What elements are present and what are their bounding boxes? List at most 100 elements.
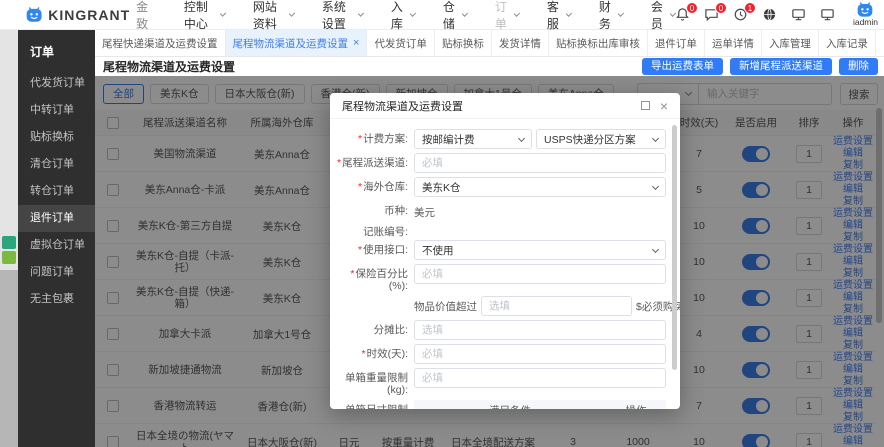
sidebar-item[interactable]: 中转订单 [18, 97, 95, 124]
billing-method-select[interactable]: 按邮编计费 [414, 129, 532, 149]
tab-bar: 尾程快递渠道及运费设置 尾程物流渠道及运费设置 × 代发货订单 贴标换标 发货详… [95, 30, 884, 57]
nav-menu-item[interactable]: 入库 [391, 0, 415, 32]
channel-settings-modal: 尾程物流渠道及运费设置 × *计费方案: 按邮编计费 USPS快递分区方案 *尾… [330, 93, 680, 409]
share-ratio-input[interactable] [414, 320, 666, 340]
chevron-down-icon [566, 10, 572, 16]
size-table-condition-header: 满足条件 [414, 403, 606, 410]
modal-header: 尾程物流渠道及运费设置 × [330, 93, 680, 119]
nav-menu-item[interactable]: 控制中心 [184, 0, 225, 32]
interface-select[interactable]: 不使用 [414, 240, 666, 260]
aging-days-input[interactable] [414, 344, 666, 364]
value-over-prefix: 物品价值超过 [414, 299, 477, 314]
message-badge: 0 [715, 2, 727, 14]
chevron-down-icon [618, 10, 624, 16]
modal-body: *计费方案: 按邮编计费 USPS快递分区方案 *尾程派送渠道: *海外仓库: … [330, 119, 680, 409]
chevron-down-icon [514, 10, 520, 16]
nav-menu-item[interactable]: 财务 [599, 0, 623, 32]
overseas-warehouse-select[interactable]: 美东K仓 [414, 177, 666, 197]
field-label: 币种: [334, 201, 414, 217]
globe-icon[interactable] [762, 7, 778, 23]
field-label: *保险百分比(%): [334, 264, 414, 292]
chevron-down-icon [652, 245, 659, 252]
page-action-button[interactable]: 新增尾程派送渠道 [730, 58, 832, 75]
tab[interactable]: 运单详情 [705, 30, 762, 56]
nav-menu-item[interactable]: 系统设置 [322, 0, 363, 32]
currency-value: 美元 [414, 201, 435, 220]
field-label: *时效(天): [334, 344, 414, 360]
modal-scrollbar[interactable] [672, 125, 677, 370]
nav-menu-item[interactable]: 仓储 [443, 0, 467, 32]
tab[interactable]: 入库记录 [819, 30, 876, 56]
field-label: 分摊比: [334, 320, 414, 336]
sidebar-item[interactable]: 代发货订单 [18, 70, 95, 97]
modal-title: 尾程物流渠道及运费设置 [342, 98, 463, 114]
chevron-down-icon [220, 10, 226, 16]
tab[interactable]: 尾程快递渠道及运费设置 [95, 30, 226, 56]
monitor-icon[interactable] [791, 7, 807, 23]
chevron-down-icon [652, 182, 659, 189]
value-over-input[interactable] [481, 296, 632, 316]
size-limit-table: 满足条件 操作 [414, 400, 666, 409]
notification-bell-icon[interactable]: 0 [675, 7, 691, 23]
nav-menu-item[interactable]: 订单 [495, 0, 519, 32]
strip-green-badge [2, 251, 16, 264]
avatar-icon [857, 2, 873, 18]
sidebar-item[interactable]: 退件订单 [18, 205, 95, 232]
billing-plan-select[interactable]: USPS快递分区方案 [536, 129, 666, 149]
background-window-strip [0, 30, 18, 447]
sidebar-item[interactable]: 贴标换标 [18, 124, 95, 151]
app-logo: KINGRANT 金致 [26, 0, 154, 32]
page-title-bar: 尾程物流渠道及运费设置 导出运费表单 新增尾程派送渠道 删除 [95, 57, 884, 76]
page-actions: 导出运费表单 新增尾程派送渠道 删除 [642, 58, 884, 75]
nav-menus: 控制中心 网站资料 系统设置 入库 仓储 [184, 0, 675, 32]
chevron-down-icon [652, 134, 659, 141]
channel-name-input[interactable] [414, 153, 666, 173]
top-navbar: KINGRANT 金致 控制中心 网站资料 系统设置 入库 [0, 0, 884, 30]
message-icon[interactable]: 0 [704, 7, 720, 23]
tab-close-icon[interactable]: × [353, 38, 359, 48]
field-label: 单箱尺寸限制(cm): [334, 400, 414, 409]
brand-icon [26, 4, 42, 26]
weight-limit-input[interactable] [414, 368, 666, 388]
field-label: *计费方案: [334, 129, 414, 145]
user-avatar[interactable]: iadmin [853, 2, 878, 27]
field-label: *海外仓库: [334, 177, 414, 193]
tab[interactable]: 退件订单 [648, 30, 705, 56]
page-title: 尾程物流渠道及运费设置 [95, 58, 235, 75]
field-label: *使用接口: [334, 240, 414, 256]
chevron-down-icon [358, 10, 364, 16]
monitor-secondary-icon[interactable] [820, 7, 836, 23]
sidebar-header: 订单 [18, 30, 95, 70]
tab[interactable]: 尾程物流渠道及运费设置 × [226, 30, 368, 56]
tab[interactable]: 入库管理 [762, 30, 819, 56]
nav-menu-item[interactable]: 网站资料 [253, 0, 294, 32]
sidebar-item[interactable]: 清仓订单 [18, 151, 95, 178]
sidebar: 订单 代发货订单 中转订单 贴标换标 清仓订单 转仓订单 退件订单 虚拟仓订单 … [18, 30, 95, 447]
page-action-button[interactable]: 删除 [839, 58, 878, 75]
username-label: iadmin [853, 18, 878, 27]
tab[interactable]: 贴标换标 [435, 30, 492, 56]
sidebar-item[interactable]: 问题订单 [18, 259, 95, 286]
close-all-tabs-button[interactable]: 全部关闭 × [876, 30, 884, 56]
sidebar-item[interactable]: 无主包裹 [18, 286, 95, 313]
sidebar-item[interactable]: 转仓订单 [18, 178, 95, 205]
tab[interactable]: 发货详情 [492, 30, 549, 56]
chevron-down-icon [462, 10, 468, 16]
clock-badge: 1 [744, 2, 756, 14]
field-label: 记账编号: [334, 222, 414, 238]
tab[interactable]: 代发货订单 [367, 30, 435, 56]
tab[interactable]: 贴标换标出库审核 [549, 30, 648, 56]
field-label: 单箱重量限制(kg): [334, 368, 414, 396]
nav-menu-item[interactable]: 客服 [547, 0, 571, 32]
page-action-button[interactable]: 导出运费表单 [642, 58, 723, 75]
chevron-down-icon [410, 10, 416, 16]
history-clock-icon[interactable]: 1 [733, 7, 749, 23]
insurance-percent-input[interactable] [414, 264, 666, 284]
chevron-down-icon [289, 10, 295, 16]
close-icon[interactable]: × [660, 100, 668, 112]
brand-name-cn: 金致 [136, 0, 154, 32]
strip-teal-badge [2, 236, 16, 249]
sidebar-item[interactable]: 虚拟仓订单 [18, 232, 95, 259]
maximize-icon[interactable] [641, 101, 650, 110]
nav-menu-item[interactable]: 会员 [651, 0, 675, 32]
